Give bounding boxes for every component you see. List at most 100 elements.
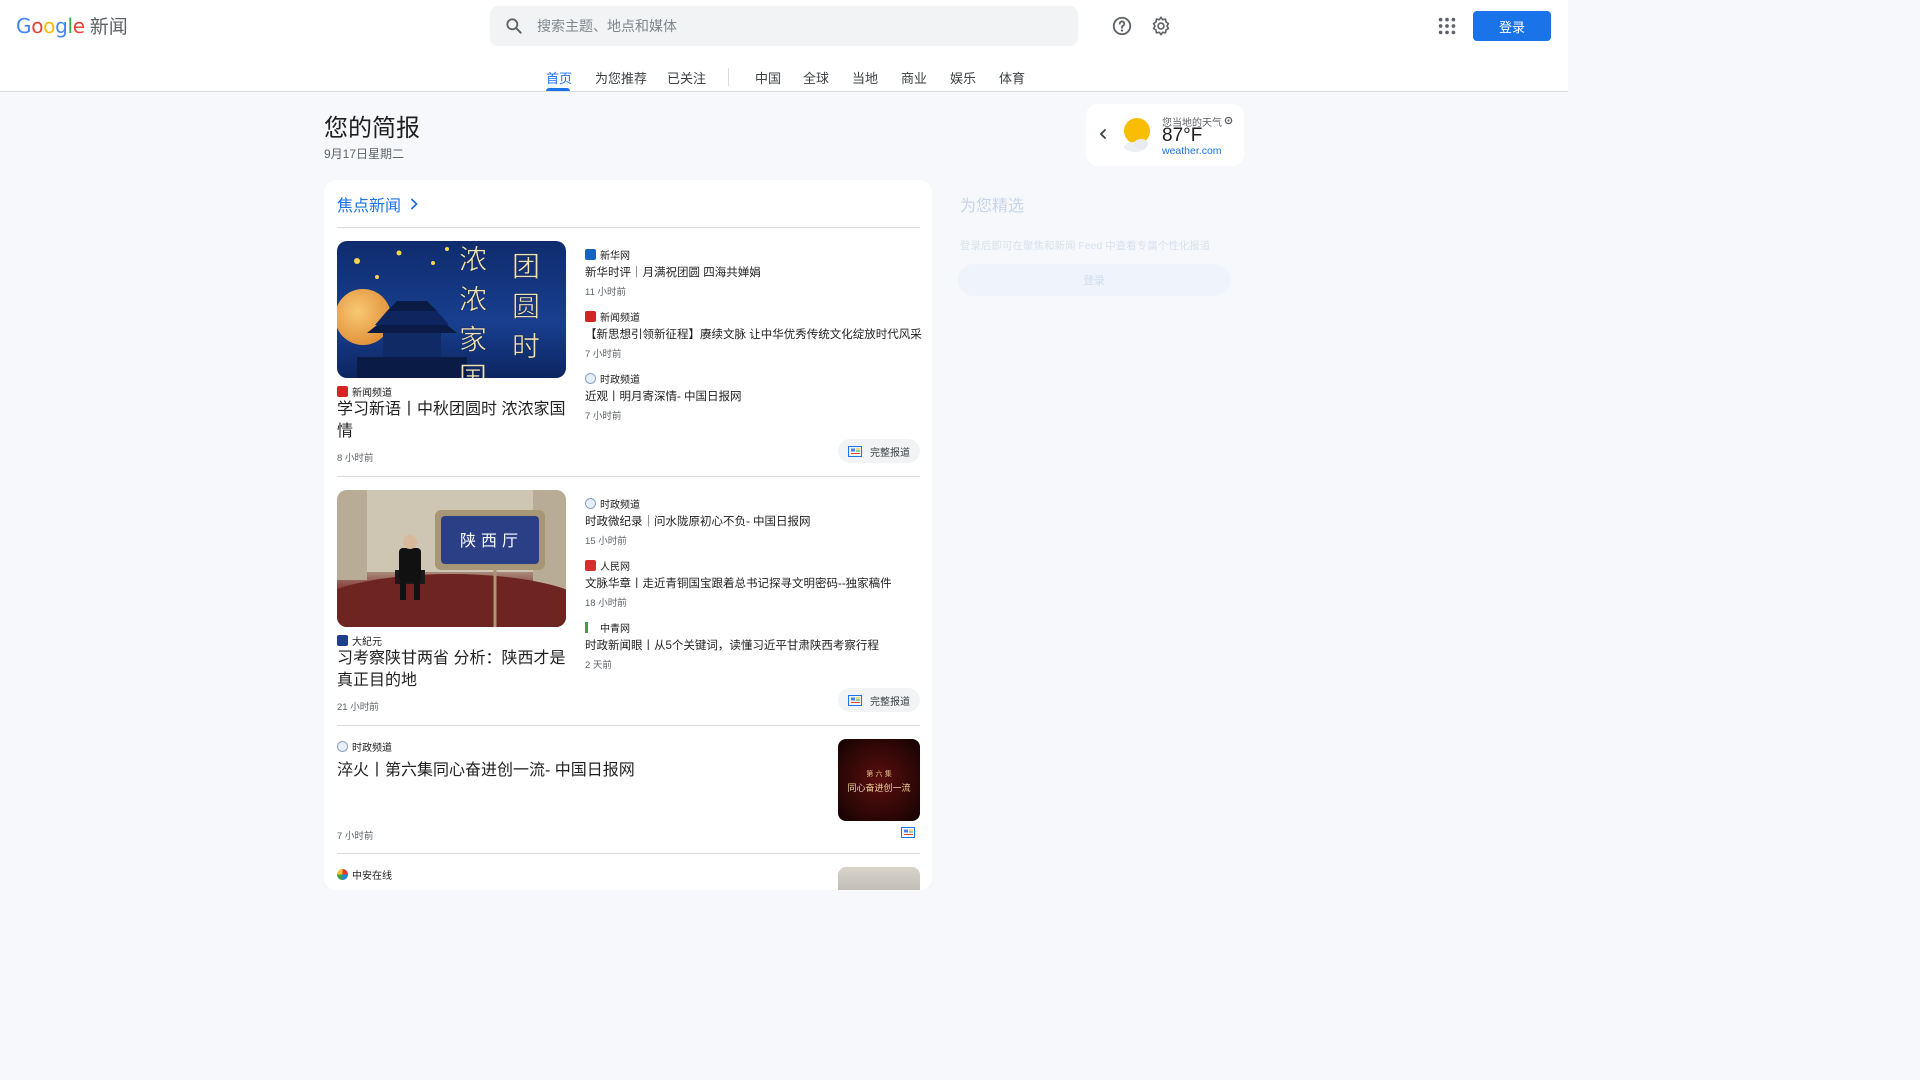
story-headline[interactable]: 学习新语丨中秋团圆时 浓浓家国情 <box>337 399 569 443</box>
image-char: 圆 <box>512 290 540 323</box>
related-source[interactable]: 新闻频道 <box>585 309 640 324</box>
tab-sports[interactable]: 体育 <box>999 68 1025 87</box>
related-headline[interactable]: 文脉华章丨走近青铜国宝跟着总书记探寻文明密码--独家稿件 <box>585 575 892 591</box>
shizheng-channel-logo-icon <box>585 498 596 509</box>
image-char: 时 <box>512 330 540 363</box>
epoch-times-logo-icon <box>337 635 348 646</box>
source-name: 时政频道 <box>600 375 640 386</box>
full-coverage-icon[interactable] <box>901 827 915 838</box>
story-image-mid-autumn[interactable]: 团 圆 时 浓 浓 家 国 <box>337 241 566 378</box>
related-source[interactable]: 中青网 <box>585 620 630 635</box>
thumbnail-episode-text: 第 六 集 <box>866 770 892 778</box>
related-headline[interactable]: 时政新闻眼丨从5个关键词，读懂习近平甘肃陕西考察行程 <box>585 637 879 653</box>
logo-suffix: 新闻 <box>89 17 128 38</box>
partly-sunny-icon <box>1124 118 1150 152</box>
related-time: 2 天前 <box>585 660 612 671</box>
image-char: 家 <box>459 323 487 356</box>
related-time: 7 小时前 <box>585 411 622 422</box>
weather-source-link[interactable]: weather.com <box>1162 145 1222 157</box>
story-source[interactable]: 大紀元 <box>337 633 382 648</box>
full-coverage-button[interactable]: 完整报道 <box>838 439 920 463</box>
top-header: Google 新闻 登录 首页 为您推荐 已关注 中国 全球 当地 商业 娱乐 … <box>0 0 1568 92</box>
tab-home[interactable]: 首页 <box>546 68 572 87</box>
story-time: 7 小时前 <box>337 831 374 842</box>
settings-gear-icon[interactable] <box>1150 15 1172 37</box>
related-time: 7 小时前 <box>585 349 622 360</box>
story-headline[interactable]: 习考察陕甘两省 分析：陕西才是真正目的地 <box>337 648 569 692</box>
tab-entertainment[interactable]: 娱乐 <box>950 68 976 87</box>
source-name: 新闻频道 <box>352 388 392 399</box>
story-image-shaanxi-hall[interactable]: 陕西厅 <box>337 490 566 627</box>
people-daily-logo-icon <box>585 560 596 571</box>
xinhua-logo-icon <box>585 249 596 260</box>
picks-description: 登录后即可在聚焦和新闻 Feed 中查看专属个性化报道 <box>960 240 1211 252</box>
source-name: 大紀元 <box>352 637 382 648</box>
story-time: 21 小时前 <box>337 702 379 713</box>
thumbnail-title-text: 同心奋进创一流 <box>847 784 911 794</box>
page-title: 您的简报 <box>324 115 420 142</box>
related-headline[interactable]: 近观丨明月寄深情- 中国日报网 <box>585 388 742 404</box>
location-pin-icon <box>1224 116 1233 125</box>
help-icon[interactable] <box>1111 15 1133 37</box>
tab-local[interactable]: 当地 <box>852 68 878 87</box>
source-name: 时政频道 <box>352 743 392 754</box>
image-char: 团 <box>512 250 540 283</box>
related-source[interactable]: 人民网 <box>585 558 630 573</box>
sign-in-button[interactable]: 登录 <box>1473 11 1551 41</box>
youth-net-logo-icon <box>585 622 596 633</box>
weather-temperature: 87°F <box>1162 125 1203 146</box>
section-nav: 首页 为您推荐 已关注 中国 全球 当地 商业 娱乐 体育 <box>0 58 1568 92</box>
tab-following[interactable]: 已关注 <box>667 68 706 87</box>
full-coverage-button[interactable]: 完整报道 <box>838 688 920 712</box>
related-headline[interactable]: 【新思想引领新征程】赓续文脉 让中华优秀传统文化绽放时代风采 <box>585 326 922 342</box>
google-apps-icon[interactable] <box>1436 15 1458 37</box>
shizheng-channel-logo-icon <box>585 373 596 384</box>
related-time: 18 小时前 <box>585 598 627 609</box>
related-source[interactable]: 时政频道 <box>585 371 640 386</box>
source-name: 中安在线 <box>352 871 392 882</box>
full-coverage-label: 完整报道 <box>870 447 910 459</box>
tab-for-you[interactable]: 为您推荐 <box>595 68 647 87</box>
weather-widget[interactable]: 您当地的天气 87°F weather.com <box>1086 104 1244 166</box>
search-input[interactable] <box>537 18 1017 34</box>
picks-heading: 为您精选 <box>960 198 1025 215</box>
image-char: 浓 <box>459 283 487 316</box>
sign-text: 陕西厅 <box>460 531 523 550</box>
full-coverage-icon <box>848 445 862 457</box>
related-source[interactable]: 时政频道 <box>585 496 640 511</box>
tab-china[interactable]: 中国 <box>755 68 781 87</box>
xinwen-channel-logo-icon <box>585 311 596 322</box>
mid-autumn-illustration: 团 圆 时 浓 浓 家 国 <box>337 243 540 378</box>
google-news-logo[interactable]: Google 新闻 <box>16 12 128 39</box>
story-source[interactable]: 新闻频道 <box>337 384 392 399</box>
search-icon[interactable] <box>504 16 524 36</box>
source-name: 时政频道 <box>600 500 640 511</box>
related-source[interactable]: 新华网 <box>585 247 630 262</box>
divider <box>337 227 920 228</box>
active-tab-indicator <box>546 88 570 91</box>
story-thumbnail[interactable]: 第 六 集 同心奋进创一流 <box>838 739 920 821</box>
source-name: 新华网 <box>600 251 630 262</box>
top-stories-card: 焦点新闻 团 圆 时 浓 浓 家 国 新闻频道 学习新语丨中秋团圆时 浓浓家国情… <box>324 180 932 890</box>
image-char: 国 <box>459 361 487 378</box>
related-headline[interactable]: 时政微纪录｜问水陇原初心不负- 中国日报网 <box>585 513 811 529</box>
story-source[interactable]: 时政频道 <box>337 739 392 754</box>
related-headline[interactable]: 新华时评｜月满祝团圆 四海共婵娟 <box>585 264 761 280</box>
story-source[interactable]: 中安在线 <box>337 867 392 882</box>
top-stories-title: 焦点新闻 <box>337 198 402 215</box>
story-thumbnail[interactable] <box>838 867 920 890</box>
full-coverage-icon <box>848 694 862 706</box>
zhongan-online-logo-icon <box>337 869 348 880</box>
related-time: 15 小时前 <box>585 536 627 547</box>
picks-sign-in-button[interactable]: 登录 <box>958 264 1230 296</box>
xinwen-channel-logo-icon <box>337 386 348 397</box>
chevron-left-icon[interactable] <box>1096 126 1110 142</box>
source-name: 中青网 <box>600 624 630 635</box>
shizheng-channel-logo-icon <box>337 741 348 752</box>
top-stories-heading[interactable]: 焦点新闻 <box>337 192 419 216</box>
search-box[interactable] <box>490 6 1078 46</box>
tab-world[interactable]: 全球 <box>803 68 829 87</box>
divider <box>337 476 920 477</box>
story-headline[interactable]: 淬火丨第六集同心奋进创一流- 中国日报网 <box>337 756 635 780</box>
tab-business[interactable]: 商业 <box>901 68 927 87</box>
